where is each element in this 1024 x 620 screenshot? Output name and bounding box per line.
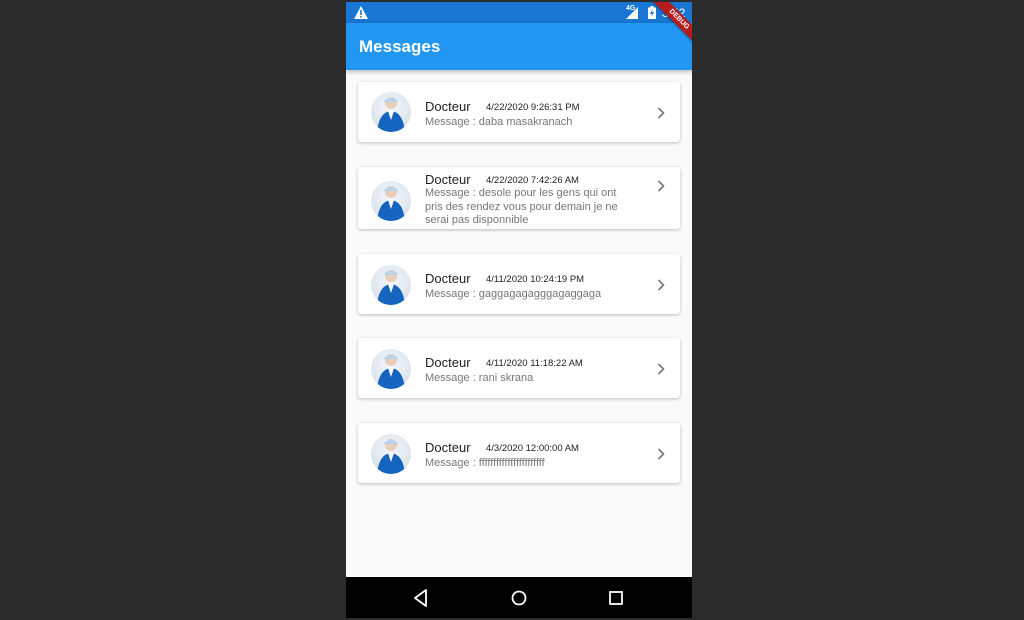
recents-square-icon[interactable] xyxy=(605,587,627,609)
page-title: Messages xyxy=(359,37,441,56)
message-card[interactable]: Docteur 4/22/2020 9:26:31 PM Message : d… xyxy=(358,82,680,142)
sender-name: Docteur xyxy=(425,172,471,187)
debug-banner: DEBUG xyxy=(647,2,692,47)
message-preview: Message : gaggagagagggagaggaga xyxy=(425,288,602,300)
avatar xyxy=(371,349,411,389)
back-triangle-icon[interactable] xyxy=(410,587,432,609)
message-preview: Message : rani skrana xyxy=(425,372,534,384)
message-preview: Message : desole pour les gens qui ont p… xyxy=(425,187,618,226)
chevron-right-icon xyxy=(657,180,665,192)
message-card[interactable]: Docteur 4/3/2020 12:00:00 AM Message : f… xyxy=(358,423,680,483)
warning-icon xyxy=(354,6,368,19)
status-bar: 4G 3:42 xyxy=(346,2,692,23)
chevron-right-icon xyxy=(657,363,665,375)
message-preview: Message : daba masakranach xyxy=(425,116,573,128)
message-card[interactable]: Docteur 4/11/2020 11:18:22 AM Message : … xyxy=(358,338,680,398)
message-preview: Message : fffffffffffffffffffffff xyxy=(425,457,545,469)
signal-icon xyxy=(626,7,638,19)
message-date: 4/22/2020 7:42:26 AM xyxy=(486,175,579,186)
chevron-right-icon xyxy=(657,448,665,460)
chevron-right-icon xyxy=(657,107,665,119)
debug-banner-label: DEBUG xyxy=(647,2,692,47)
avatar xyxy=(371,265,411,305)
avatar xyxy=(371,181,411,221)
message-date: 4/3/2020 12:00:00 AM xyxy=(486,443,579,454)
sender-name: Docteur xyxy=(425,355,471,370)
phone-screen: 4G 3:42 DEBUG Messages Docteur 4/22/2020… xyxy=(346,2,692,618)
message-date: 4/22/2020 9:26:31 PM xyxy=(486,102,580,113)
home-circle-icon[interactable] xyxy=(508,587,530,609)
message-date: 4/11/2020 11:18:22 AM xyxy=(486,358,583,369)
message-card[interactable]: Docteur 4/11/2020 10:24:19 PM Message : … xyxy=(358,254,680,314)
sender-name: Docteur xyxy=(425,271,471,286)
avatar xyxy=(371,92,411,132)
app-bar: Messages xyxy=(346,23,692,70)
sender-name: Docteur xyxy=(425,440,471,455)
chevron-right-icon xyxy=(657,279,665,291)
avatar xyxy=(371,434,411,474)
sender-name: Docteur xyxy=(425,99,471,114)
system-nav-bar xyxy=(346,577,692,618)
message-card[interactable]: Docteur 4/22/2020 7:42:26 AM Message : d… xyxy=(358,167,680,229)
message-date: 4/11/2020 10:24:19 PM xyxy=(486,274,585,285)
